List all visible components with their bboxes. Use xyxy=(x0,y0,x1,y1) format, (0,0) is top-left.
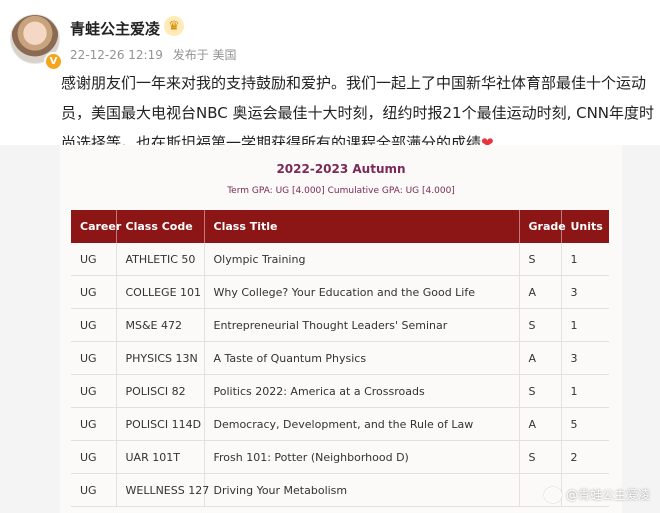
cell-grade: A xyxy=(519,275,562,309)
table-row: UG MS&E 472 Entrepreneurial Thought Lead… xyxy=(71,308,609,342)
header-career: Career xyxy=(71,210,121,243)
cell-career: UG xyxy=(71,440,117,474)
gpa-line: Term GPA: UG [4.000] Cumulative GPA: UG … xyxy=(227,186,455,196)
term-title: 2022-2023 Autumn xyxy=(276,162,406,176)
cell-career: UG xyxy=(71,407,117,441)
post-meta: 22-12-26 12:19 发布于 美国 xyxy=(70,46,243,63)
cell-class-title: A Taste of Quantum Physics xyxy=(204,341,520,375)
cell-grade: S xyxy=(519,308,562,342)
table-row: UG POLISCI 114D Democracy, Development, … xyxy=(71,407,609,441)
header-grade: Grade xyxy=(519,210,566,243)
cell-career: UG xyxy=(71,341,117,375)
cell-grade: S xyxy=(519,440,562,474)
cell-class-title: Frosh 101: Potter (Neighborhood D) xyxy=(204,440,520,474)
cell-class-code: ATHLETIC 50 xyxy=(116,243,205,276)
post-image[interactable]: 2022-2023 Autumn Term GPA: UG [4.000] Cu… xyxy=(0,145,660,513)
cell-career: UG xyxy=(71,473,117,507)
table-header-row: Career Class Code Class Title Grade Unit… xyxy=(71,210,609,243)
cell-units: 1 xyxy=(561,374,609,408)
cell-class-title: Politics 2022: America at a Crossroads xyxy=(204,374,520,408)
table-row: UG POLISCI 82 Politics 2022: America at … xyxy=(71,374,609,408)
cell-class-code: PHYSICS 13N xyxy=(116,341,205,375)
cell-units: 1 xyxy=(561,243,609,276)
cell-class-title: Olympic Training xyxy=(204,243,520,276)
cell-units: 3 xyxy=(561,275,609,309)
header-units: Units xyxy=(561,210,609,243)
cell-class-code: UAR 101T xyxy=(116,440,205,474)
cell-career: UG xyxy=(71,275,117,309)
cell-career: UG xyxy=(71,243,117,276)
transcript-sheet: 2022-2023 Autumn Term GPA: UG [4.000] Cu… xyxy=(60,145,622,513)
watermark-text: @青蛙公主爱凌 xyxy=(565,488,650,502)
cell-grade: A xyxy=(519,341,562,375)
cell-units: 3 xyxy=(561,341,609,375)
post-source: 发布于 美国 xyxy=(172,48,237,62)
cell-class-code: POLISCI 82 xyxy=(116,374,205,408)
cell-class-code: COLLEGE 101 xyxy=(116,275,205,309)
cell-class-title: Driving Your Metabolism xyxy=(204,473,520,507)
watermark: @青蛙公主爱凌 xyxy=(543,486,650,503)
post-body: 感谢朋友们一年来对我的支持鼓励和爱护。我们一起上了中国新华社体育部最佳十个运动员… xyxy=(61,74,655,152)
header-class-title: Class Title xyxy=(204,210,520,243)
username[interactable]: 青蛙公主爱凌 xyxy=(70,18,160,39)
table-row: UG WELLNESS 127 Driving Your Metabolism xyxy=(71,473,609,507)
post-timestamp[interactable]: 22-12-26 12:19 xyxy=(70,48,163,62)
crown-icon[interactable]: ♛ xyxy=(164,16,184,36)
cell-units: 2 xyxy=(561,440,609,474)
cell-class-code: POLISCI 114D xyxy=(116,407,205,441)
cell-class-title: Entrepreneurial Thought Leaders' Seminar xyxy=(204,308,520,342)
cell-career: UG xyxy=(71,308,117,342)
table-row: UG ATHLETIC 50 Olympic Training S 1 xyxy=(71,243,609,276)
table-row: UG COLLEGE 101 Why College? Your Educati… xyxy=(71,275,609,309)
table-row: UG PHYSICS 13N A Taste of Quantum Physic… xyxy=(71,341,609,375)
cell-units: 5 xyxy=(561,407,609,441)
header-class-code: Class Code xyxy=(116,210,205,243)
cell-class-code: MS&E 472 xyxy=(116,308,205,342)
cell-grade: A xyxy=(519,407,562,441)
cell-class-code: WELLNESS 127 xyxy=(116,473,209,507)
table-row: UG UAR 101T Frosh 101: Potter (Neighborh… xyxy=(71,440,609,474)
weibo-logo-icon xyxy=(543,486,562,503)
course-table: Career Class Code Class Title Grade Unit… xyxy=(71,210,609,507)
cell-units: 1 xyxy=(561,308,609,342)
cell-career: UG xyxy=(71,374,117,408)
cell-grade: S xyxy=(519,243,562,276)
cell-class-title: Democracy, Development, and the Rule of … xyxy=(204,407,520,441)
cell-grade: S xyxy=(519,374,562,408)
cell-class-title: Why College? Your Education and the Good… xyxy=(204,275,520,309)
